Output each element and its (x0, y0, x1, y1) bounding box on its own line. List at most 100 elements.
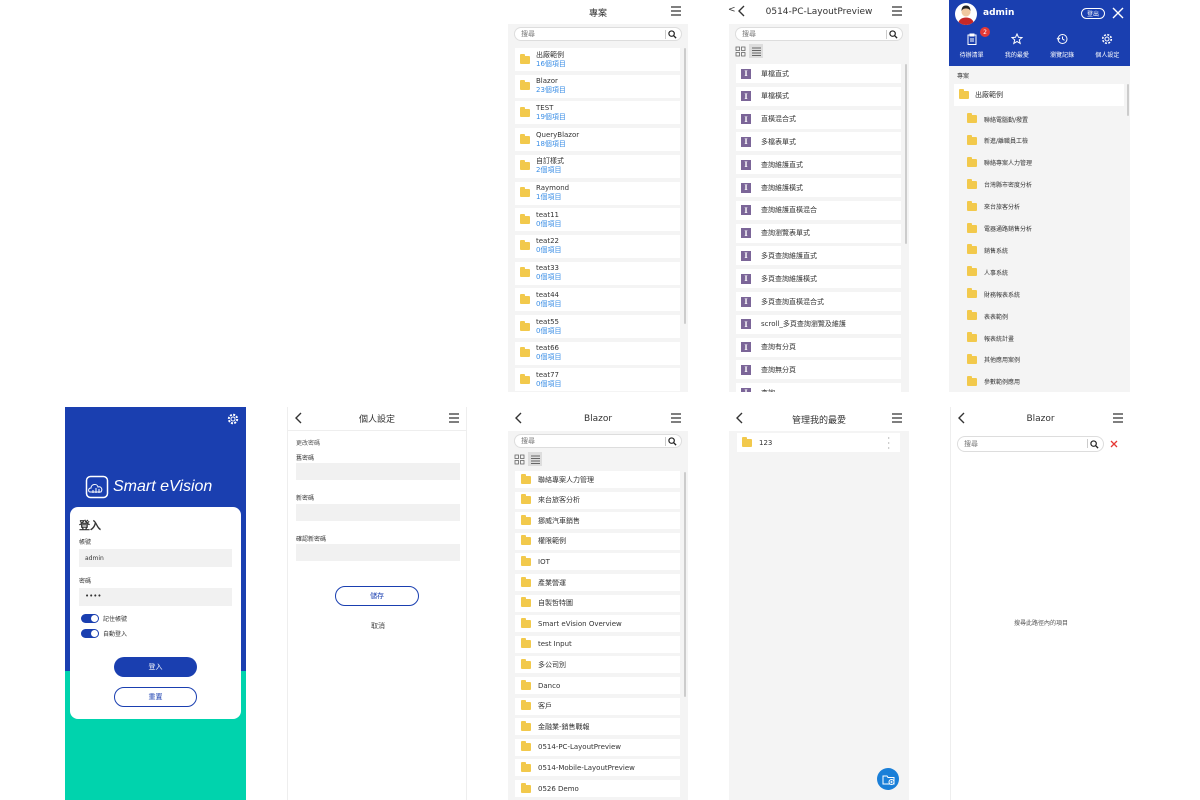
tree-item[interactable]: 新進/離職員工檢 (967, 132, 1117, 150)
report-item[interactable]: I 查詢有分頁 (736, 337, 901, 357)
report-item[interactable]: I 查詢維護直式 (736, 155, 901, 175)
search-bar[interactable] (514, 434, 682, 448)
reset-button[interactable]: 重置 (114, 687, 197, 707)
logout-button[interactable]: 登出 (1081, 8, 1105, 19)
list-view-icon[interactable] (749, 44, 763, 58)
report-item[interactable]: I 查詢維護橫式 (736, 178, 901, 197)
folder-item[interactable]: 產業營運 (515, 574, 680, 591)
folder-item[interactable]: 金融業-銷售戰報 (515, 718, 680, 736)
project-card[interactable]: teat11 0個項目 (515, 208, 680, 232)
password-input[interactable]: •••• (79, 588, 232, 606)
hamburger-icon[interactable] (448, 412, 460, 424)
search-input[interactable] (958, 440, 1103, 448)
remember-toggle[interactable] (81, 614, 99, 623)
search-input[interactable] (736, 30, 902, 38)
tree-item[interactable]: 銷售系統 (967, 241, 1117, 259)
tab-settings[interactable]: 個人設定 (1085, 30, 1130, 59)
report-item[interactable]: I 多頁查詢維護橫式 (736, 269, 901, 289)
scrollbar[interactable] (684, 48, 686, 324)
tree-item[interactable]: 聯絡專案人力管理 (967, 154, 1117, 172)
folder-item[interactable]: 權限範例 (515, 532, 680, 550)
project-card[interactable]: teat44 0個項目 (515, 288, 680, 312)
folder-item[interactable]: 來台旅客分析 (515, 491, 680, 509)
search-bar[interactable] (735, 27, 903, 41)
folder-item[interactable]: Danco (515, 677, 680, 694)
report-item[interactable]: I 查詢無分頁 (736, 360, 901, 380)
folder-item[interactable]: 多公司別 (515, 656, 680, 674)
close-icon[interactable] (1112, 7, 1124, 19)
login-button[interactable]: 登入 (114, 657, 197, 677)
account-input[interactable]: admin (79, 549, 232, 567)
old-password-input[interactable] (296, 463, 460, 480)
tab-favorites[interactable]: 我的最愛 (994, 30, 1039, 59)
tree-item[interactable]: 人事系統 (967, 263, 1117, 281)
list-view-icon[interactable] (528, 452, 542, 466)
search-bar[interactable] (957, 436, 1104, 452)
favorite-item[interactable]: 123 · · · (737, 433, 900, 453)
tree-item[interactable]: 聯絡電腦勤/撥置 (967, 110, 1117, 128)
report-item[interactable]: I 單檔橫式 (736, 86, 901, 106)
tree-item[interactable]: 表表範例 (967, 307, 1117, 325)
hamburger-icon[interactable] (670, 5, 682, 17)
more-vertical-icon[interactable]: · · · (887, 435, 890, 453)
project-card[interactable]: teat77 0個項目 (515, 368, 680, 392)
scrollbar[interactable] (1127, 84, 1129, 116)
confirm-password-input[interactable] (296, 544, 460, 561)
search-bar[interactable] (514, 27, 682, 41)
scrollbar[interactable] (684, 472, 686, 697)
back-arrow-icon[interactable] (512, 411, 526, 425)
report-item[interactable]: I 多檔表單式 (736, 132, 901, 152)
tab-history[interactable]: 瀏覽記錄 (1040, 30, 1085, 59)
tree-root[interactable]: 出廠範例 (954, 84, 1124, 106)
project-card[interactable]: 出廠範例 16個項目 (515, 48, 680, 71)
tree-item[interactable]: 財務報表系統 (967, 285, 1117, 303)
report-item[interactable]: I 單檔直式 (736, 64, 901, 83)
tree-item[interactable]: 台灣縣市密度分析 (967, 176, 1117, 194)
search-icon[interactable] (1090, 440, 1099, 449)
folder-item[interactable]: 自製哲特圖 (515, 594, 680, 612)
hamburger-icon[interactable] (891, 5, 903, 17)
tab-todo[interactable]: 2 待辦清單 (949, 27, 994, 59)
report-item[interactable]: I 直橫混合式 (736, 109, 901, 129)
project-card[interactable]: teat55 0個項目 (515, 315, 680, 338)
tree-item[interactable]: 其他應用案例 (967, 351, 1117, 369)
grid-view-icon[interactable] (735, 46, 746, 57)
report-item[interactable]: I 查詢... (736, 383, 901, 392)
tree-item[interactable]: 電器通路銷售分析 (967, 220, 1117, 238)
search-icon[interactable] (889, 30, 898, 39)
project-card[interactable]: teat33 0個項目 (515, 261, 680, 285)
project-card[interactable]: 自訂樣式 2個項目 (515, 154, 680, 178)
tree-item[interactable]: 參數範例應用 (967, 373, 1117, 391)
gear-icon[interactable] (227, 413, 239, 425)
folder-item[interactable]: 聯絡專案人力管理 (515, 471, 680, 488)
project-card[interactable]: QueryBlazor 18個項目 (515, 128, 680, 152)
project-card[interactable]: teat22 0個項目 (515, 234, 680, 258)
folder-item[interactable]: 客戶 (515, 697, 680, 715)
tree-item[interactable]: 來台旅客分析 (967, 198, 1117, 216)
folder-item[interactable]: 0526 Demo (515, 780, 680, 797)
back-arrow-icon[interactable] (735, 4, 749, 18)
clear-icon[interactable] (1110, 440, 1118, 448)
search-input[interactable] (515, 30, 681, 38)
report-item[interactable]: I 查詢瀏覽表單式 (736, 223, 901, 243)
tree-item[interactable]: 報表統計畫 (967, 329, 1117, 347)
project-card[interactable]: Blazor 23個項目 (515, 74, 680, 98)
folder-item[interactable]: 挪威汽車銷售 (515, 512, 680, 530)
folder-item[interactable]: 0514-PC-LayoutPreview (515, 738, 680, 756)
search-icon[interactable] (668, 30, 677, 39)
folder-item[interactable]: 0514-Mobile-LayoutPreview (515, 759, 680, 777)
search-input[interactable] (515, 437, 681, 445)
project-card[interactable]: teat66 0個項目 (515, 341, 680, 365)
grid-view-icon[interactable] (514, 454, 525, 465)
back-arrow-icon[interactable] (733, 411, 747, 425)
report-item[interactable]: I 多頁查詢維護直式 (736, 246, 901, 266)
search-icon[interactable] (668, 437, 677, 446)
hamburger-icon[interactable] (1112, 412, 1124, 424)
auto-login-toggle[interactable] (81, 629, 99, 638)
new-password-input[interactable] (296, 504, 460, 521)
hamburger-icon[interactable] (670, 412, 682, 424)
report-item[interactable]: Iscroll_多頁查詢瀏覽及維護 (736, 314, 901, 334)
report-item[interactable]: I 查詢維護直橫混合 (736, 200, 901, 220)
back-arrow-icon[interactable] (292, 411, 306, 425)
save-button[interactable]: 儲存 (335, 586, 419, 606)
